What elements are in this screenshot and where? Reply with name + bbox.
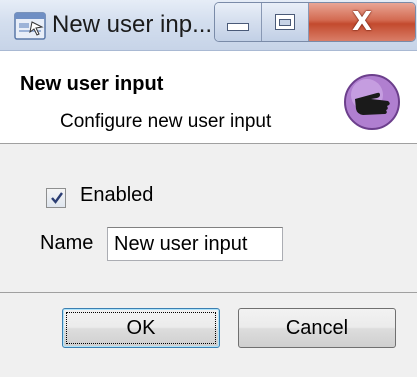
minimize-button[interactable] [215,3,262,41]
maximize-button[interactable] [262,3,309,41]
ok-button[interactable]: OK [62,308,220,348]
close-button[interactable]: X [309,3,415,41]
dialog-window: New user inp... X New user input Configu… [0,0,417,377]
cancel-button[interactable]: Cancel [238,308,396,348]
dialog-header: New user input Configure new user input [0,51,417,144]
dialog-footer: OK Cancel [0,292,417,377]
pointing-hand-icon [344,74,400,130]
close-icon: X [351,7,373,37]
title-bar[interactable]: New user inp... X [0,0,417,51]
maximize-icon [275,14,295,30]
header-title: New user input [20,73,164,95]
window-title: New user inp... [52,11,213,38]
minimize-icon [227,23,249,31]
form-body: Enabled Name [0,144,417,292]
name-label: Name [40,232,94,254]
enabled-checkbox[interactable] [46,188,66,208]
header-subtitle: Configure new user input [60,111,272,132]
name-input[interactable] [107,227,283,261]
checkmark-icon [51,192,63,204]
enabled-label[interactable]: Enabled [80,184,153,207]
app-icon [14,12,46,40]
caption-buttons: X [214,2,416,42]
